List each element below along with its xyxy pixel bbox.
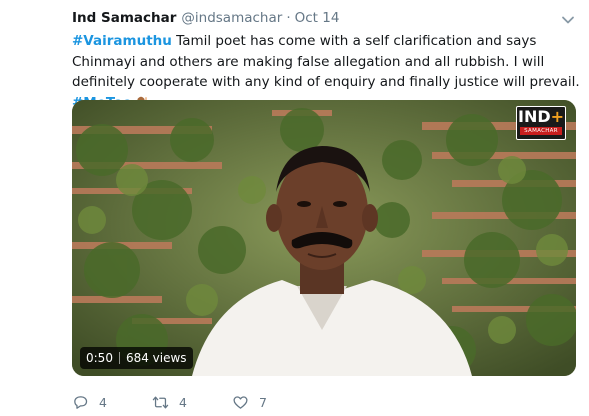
tweet-actions: 4 4 7 (72, 392, 267, 412)
heart-icon (233, 395, 248, 409)
author-handle[interactable]: @indsamachar (181, 10, 282, 26)
tweet-date[interactable]: Oct 14 (295, 10, 340, 26)
channel-logo-sub: SAMACHAR (520, 127, 562, 135)
reply-count: 4 (99, 394, 107, 410)
video-duration: 0:50 (86, 351, 113, 365)
channel-logo: IND+ SAMACHAR (516, 106, 566, 140)
tweet[interactable]: Ind Samachar @indsamachar · Oct 14 #Vair… (0, 0, 589, 416)
like-count: 7 (259, 394, 267, 410)
channel-logo-main: IND (517, 107, 551, 126)
video-stats-badge: 0:50 684 views (80, 347, 193, 369)
like-button[interactable]: 7 (232, 394, 267, 411)
hashtag-vairamuthu[interactable]: #Vairamuthu (72, 33, 172, 49)
video-player[interactable]: IND+ SAMACHAR 0:50 684 views (72, 100, 576, 376)
badge-divider (118, 352, 120, 364)
channel-logo-plus: + (550, 107, 565, 126)
reply-button[interactable]: 4 (72, 394, 152, 411)
video-thumbnail (72, 100, 576, 376)
video-views: 684 views (125, 351, 187, 365)
retweet-button[interactable]: 4 (152, 394, 232, 411)
retweet-count: 4 (179, 394, 187, 410)
tweet-header: Ind Samachar @indsamachar · Oct 14 (72, 10, 339, 30)
header-separator: · (286, 10, 291, 26)
reply-icon (74, 395, 88, 409)
chevron-down-icon[interactable] (561, 13, 575, 27)
retweet-icon (152, 396, 169, 408)
author-name[interactable]: Ind Samachar (72, 10, 176, 26)
